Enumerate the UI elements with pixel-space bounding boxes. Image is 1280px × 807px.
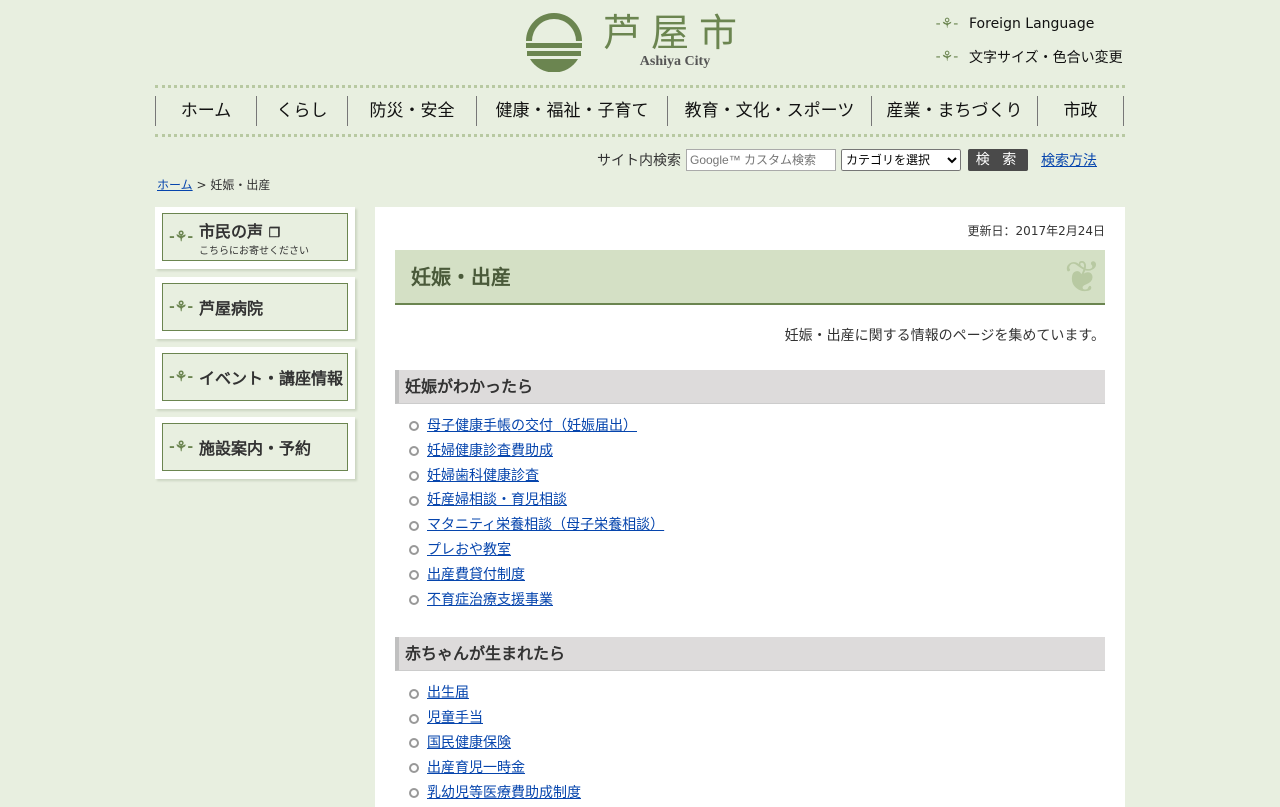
breadcrumb: ホーム > 妊娠・出産 (157, 176, 270, 193)
breadcrumb-current: 妊娠・出産 (210, 178, 271, 192)
section-heading: 妊娠がわかったら (395, 370, 1105, 404)
flourish-icon: -⚘- (169, 369, 194, 385)
bullet-icon (409, 570, 419, 581)
banner-sub: こちらにお寄せください (199, 245, 309, 257)
list-item: 不育症治療支援事業 (409, 588, 1105, 613)
bullet-icon (409, 470, 419, 481)
list-item: 出産費貸付制度 (409, 563, 1105, 588)
page-link[interactable]: 母子健康手帳の交付（妊娠届出） (427, 414, 637, 439)
page-link[interactable]: 出産費貸付制度 (427, 563, 525, 588)
list-item: マタニティ栄養相談（母子栄養相談） (409, 513, 1105, 538)
bullet-icon (409, 763, 419, 774)
breadcrumb-separator: > (192, 178, 211, 192)
breadcrumb-home[interactable]: ホーム (157, 178, 193, 192)
flourish-icon: -⚘- (935, 49, 959, 65)
foreign-language-link[interactable]: -⚘- Foreign Language (935, 16, 1095, 32)
sidebar-banner-facilities[interactable]: -⚘- 施設案内・予約 (155, 417, 355, 479)
nav-kurashi[interactable]: くらし (256, 96, 347, 126)
font-color-link[interactable]: -⚘- 文字サイズ・色合い変更 (935, 47, 1123, 67)
nav-bousai[interactable]: 防災・安全 (347, 96, 476, 126)
nav-kenko[interactable]: 健康・福祉・子育て (476, 96, 667, 126)
search-input[interactable] (686, 149, 836, 171)
list-item: 妊産婦相談・育児相談 (409, 488, 1105, 513)
bullet-icon (409, 713, 419, 724)
list-item: 乳幼児等医療費助成制度 (409, 781, 1105, 806)
banner-label: 芦屋病院 (199, 299, 264, 318)
bullet-icon (409, 520, 419, 531)
category-select[interactable]: カテゴリを選択 (841, 149, 961, 171)
sidebar-banner-hospital[interactable]: -⚘- 芦屋病院 (155, 277, 355, 339)
page-link[interactable]: 妊産婦相談・育児相談 (427, 488, 567, 513)
bullet-icon (409, 738, 419, 749)
flourish-icon: -⚘- (935, 16, 959, 32)
sidebar-banner-events[interactable]: -⚘- イベント・講座情報 (155, 347, 355, 409)
main-content: 更新日：2017年2月24日 妊娠・出産 ❦ 妊娠・出産に関する情報のページを集め… (375, 207, 1125, 807)
page-link[interactable]: 不育症治療支援事業 (427, 588, 553, 613)
bullet-icon (409, 446, 419, 457)
page-title: 妊娠・出産 ❦ (395, 250, 1105, 305)
site-search: サイト内検索 カテゴリを選択 検 索 検索方法 (597, 149, 1097, 171)
list-item: 児童手当 (409, 706, 1105, 731)
page-intro: 妊娠・出産に関する情報のページを集めています。 (784, 328, 1105, 344)
page-link[interactable]: プレおや教室 (427, 538, 511, 563)
bullet-icon (409, 594, 419, 605)
bullet-icon (409, 787, 419, 798)
font-color-label: 文字サイズ・色合い変更 (969, 50, 1123, 66)
page-link[interactable]: 出産育児一時金 (427, 756, 525, 781)
foreign-language-label: Foreign Language (969, 16, 1095, 32)
page-link[interactable]: 妊婦歯科健康診査 (427, 464, 539, 489)
page-title-text: 妊娠・出産 (411, 265, 511, 289)
nav-sangyo[interactable]: 産業・まちづくり (871, 96, 1037, 126)
logo-name-jp: 芦屋市 (603, 11, 748, 55)
search-method-link[interactable]: 検索方法 (1041, 150, 1097, 170)
new-window-icon: ❐ (268, 225, 281, 241)
nav-kyoiku[interactable]: 教育・文化・スポーツ (667, 96, 871, 126)
site-logo[interactable]: 芦屋市 Ashiya City (523, 10, 747, 72)
page-link[interactable]: 国民健康保険 (427, 731, 511, 756)
page-link[interactable]: 乳幼児等医療費助成制度 (427, 781, 581, 806)
flourish-icon: -⚘- (169, 299, 194, 315)
banner-label: イベント・講座情報 (199, 369, 344, 388)
bullet-icon (409, 421, 419, 432)
section-heading: 赤ちゃんが生まれたら (395, 637, 1105, 672)
page-link[interactable]: 妊婦健康診査費助成 (427, 439, 553, 464)
nav-home[interactable]: ホーム (155, 96, 256, 126)
city-emblem-icon (526, 13, 582, 72)
global-nav: ホーム くらし 防災・安全 健康・福祉・子育て 教育・文化・スポーツ 産業・まち… (155, 85, 1125, 137)
bullet-icon (409, 688, 419, 699)
search-label: サイト内検索 (597, 153, 681, 169)
banner-label: 市民の声 (199, 221, 264, 241)
page-link[interactable]: 出生届 (427, 681, 469, 706)
list-item: 母子健康手帳の交付（妊娠届出） (409, 414, 1105, 439)
search-button[interactable]: 検 索 (968, 149, 1028, 171)
flourish-decoration-icon: ❦ (1064, 252, 1101, 303)
flourish-icon: -⚘- (169, 439, 194, 455)
list-item: 国民健康保険 (409, 731, 1105, 756)
list-item: 出生届 (409, 681, 1105, 706)
banner-label: 施設案内・予約 (199, 439, 312, 458)
list-item: 出産育児一時金 (409, 756, 1105, 781)
updated-date: 更新日：2017年2月24日 (967, 224, 1105, 238)
logo-name-en: Ashiya City (639, 54, 711, 69)
list-item: 妊婦健康診査費助成 (409, 439, 1105, 464)
bullet-icon (409, 495, 419, 506)
link-list: 母子健康手帳の交付（妊娠届出） 妊婦健康診査費助成 妊婦歯科健康診査 妊産婦相談・育児… (395, 414, 1105, 612)
page-link[interactable]: 児童手当 (427, 706, 483, 731)
list-item: 妊婦歯科健康診査 (409, 464, 1105, 489)
sidebar-banner-citizen-voice[interactable]: -⚘- 市民の声 ❐ こちらにお寄せください (155, 207, 355, 269)
nav-shisei[interactable]: 市政 (1037, 96, 1124, 126)
list-item: プレおや教室 (409, 538, 1105, 563)
bullet-icon (409, 545, 419, 556)
flourish-icon: -⚘- (169, 229, 194, 245)
link-list: 出生届 児童手当 国民健康保険 出産育児一時金 乳幼児等医療費助成制度 (395, 681, 1105, 805)
page-link[interactable]: マタニティ栄養相談（母子栄養相談） (427, 513, 664, 538)
